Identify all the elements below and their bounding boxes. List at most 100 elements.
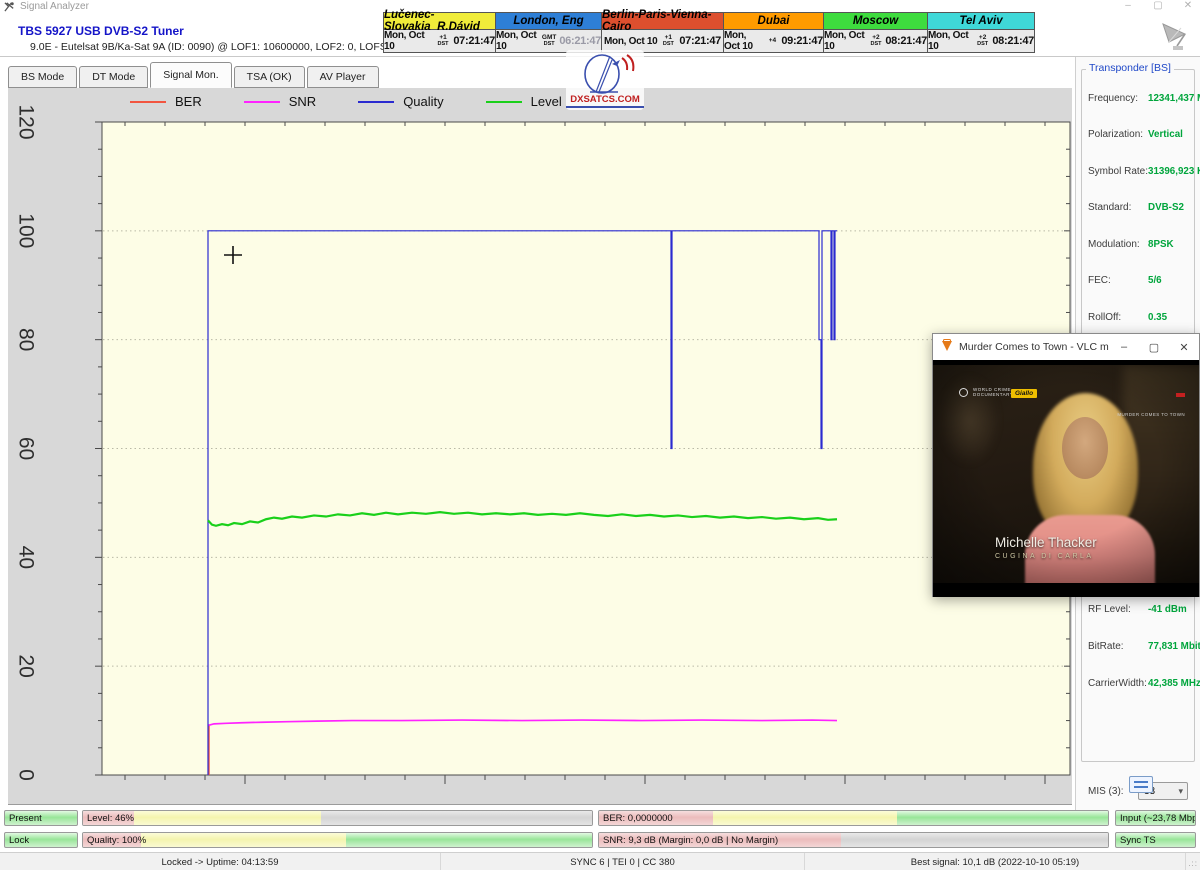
vlc-cone-icon — [942, 341, 952, 353]
status-best-signal: Best signal: 10,1 dB (2022-10-10 05:19) — [805, 853, 1186, 870]
video-scene: WORLD CRIMEDOCUMENTARY Giallo MURDER COM… — [933, 365, 1199, 583]
chart-plot-area[interactable]: 120100806040200 — [8, 88, 1072, 805]
tuner-title: TBS 5927 USB DVB-S2 Tuner — [18, 24, 184, 38]
stream-list-button[interactable] — [1129, 776, 1153, 793]
clock-time-value: 07:21:47 — [453, 35, 495, 47]
clock-zone: +2DST — [870, 35, 883, 47]
transponder-row: Frequency:12341,437 MHz — [1076, 93, 1200, 107]
transponder-label: RollOff: — [1088, 312, 1121, 323]
clock-time: Mon, Oct 10GMTDST06:21:47 — [496, 30, 602, 52]
quality-progressbar: Quality: 100% — [82, 832, 593, 848]
tuner-subtitle: 9.0E - Eutelsat 9B/Ka-Sat 9A (ID: 0090) … — [30, 41, 408, 53]
transponder-label: Polarization: — [1088, 129, 1143, 140]
dxsatcs-watermark: DXSATCS.COM — [566, 50, 644, 110]
transponder-value: -41 dBm — [1148, 604, 1187, 615]
giallo-badge: Giallo — [1011, 389, 1037, 398]
transponder-label: Symbol Rate: — [1088, 166, 1148, 177]
lock-indicator: Lock — [4, 832, 78, 848]
transponder-value: 77,831 Mbit/s — [1148, 641, 1200, 652]
transponder-row: CarrierWidth:42,385 MHz — [1076, 678, 1200, 692]
transponder-row: FEC:5/6 — [1076, 275, 1200, 289]
tab-signal-mon-[interactable]: Signal Mon. — [150, 62, 231, 88]
clock-time-value: 08:21:47 — [885, 35, 927, 47]
transponder-row: BitRate: 77,831 Mbit/s — [1076, 641, 1200, 655]
tab-dt-mode[interactable]: DT Mode — [79, 66, 148, 88]
clock-zone: +1DST — [436, 35, 451, 47]
transponder-value: 42,385 MHz — [1148, 678, 1200, 689]
transponder-row: Symbol Rate:31396,923 KS/s — [1076, 166, 1200, 180]
clock-date: Mon, Oct 10 — [824, 30, 867, 52]
chevron-down-icon: ▾ — [1178, 786, 1183, 797]
clock-time: Mon, Oct 10+2DST08:21:47 — [824, 30, 928, 52]
input-rate-indicator: Input (~23,78 Mbps) — [1115, 810, 1196, 826]
clock-date: Mon, Oct 10 — [724, 30, 764, 52]
status-sync-counters: SYNC 6 | TEI 0 | CC 380 — [441, 853, 805, 870]
vlc-minimize-icon[interactable]: – — [1109, 341, 1139, 353]
transponder-row: Polarization: Vertical — [1076, 129, 1200, 143]
clock-city: Moscow — [824, 13, 928, 30]
clock-dst-flag: DST — [438, 42, 449, 48]
vlc-maximize-icon[interactable]: ▢ — [1139, 341, 1169, 354]
transponder-groupbox-title: Transponder [BS] — [1086, 62, 1174, 74]
vlc-window-title: Murder Comes to Town - VLC media player — [959, 341, 1109, 353]
transponder-label: BitRate: — [1088, 641, 1124, 652]
transponder-label: Frequency: — [1088, 93, 1138, 104]
interview-caption: Michelle Thacker CUGINA DI CARLA — [995, 535, 1097, 560]
legend-line-swatch — [358, 101, 394, 103]
caption-name: Michelle Thacker — [995, 535, 1097, 550]
clock-time-value: 09:21:47 — [781, 35, 823, 47]
show-title-overlay: MURDER COMES TO TOWN — [1117, 385, 1185, 421]
vlc-video-area[interactable]: WORLD CRIMEDOCUMENTARY Giallo MURDER COM… — [933, 360, 1199, 597]
transponder-label: RF Level: — [1088, 604, 1131, 615]
resize-grip[interactable]: .:: — [1188, 859, 1198, 868]
transponder-row: Modulation:8PSK — [1076, 239, 1200, 253]
sync-ts-indicator: Sync TS — [1115, 832, 1196, 848]
y-axis-tick-label: 0 — [15, 769, 38, 781]
transponder-label: FEC: — [1088, 275, 1111, 286]
window-minimize-icon[interactable]: – — [1118, 0, 1138, 11]
clock-time: Mon, Oct 10+1DST07:21:47 — [602, 30, 724, 52]
present-indicator: Present — [4, 810, 78, 826]
transponder-label: Standard: — [1088, 202, 1131, 213]
transponder-row: RF Level: -41 dBm — [1076, 604, 1200, 618]
vlc-window[interactable]: Murder Comes to Town - VLC media player … — [932, 333, 1200, 597]
transponder-label: Modulation: — [1088, 239, 1140, 250]
window-close-icon[interactable]: ✕ — [1178, 0, 1198, 11]
legend-line-swatch — [130, 101, 166, 103]
transponder-row: Standard: DVB-S2 — [1076, 202, 1200, 216]
y-axis-tick-label: 40 — [15, 546, 38, 569]
stream-list-icon — [1134, 781, 1148, 783]
signal-monitor-chart: 120100806040200 BERSNRQualityLevel — [8, 88, 1072, 805]
window-maximize-icon[interactable]: ▢ — [1148, 0, 1168, 11]
clock-time-value: 07:21:47 — [679, 35, 721, 47]
world-clock-table: Lučenec-Slovakia_R.DávidLondon, EngBerli… — [383, 12, 1035, 53]
clock-time: Mon, Oct 10+409:21:47 — [724, 30, 824, 52]
snr-progressbar: SNR: 9,3 dB (Margin: 0,0 dB | No Margin) — [598, 832, 1109, 848]
clock-date: Mon, Oct 10 — [604, 36, 657, 47]
tab-tsa-ok-[interactable]: TSA (OK) — [234, 66, 305, 88]
y-axis-tick-label: 80 — [14, 328, 37, 351]
y-axis-tick-label: 60 — [15, 437, 38, 460]
clock-time-value: 08:21:47 — [992, 35, 1034, 47]
clock-time-value: 06:21:47 — [559, 35, 601, 47]
clock-city: Dubai — [724, 13, 824, 30]
legend-line-swatch — [486, 101, 522, 103]
legend-item-snr: SNR — [244, 94, 316, 109]
transponder-value: 31396,923 KS/s — [1148, 166, 1200, 177]
transponder-value: DVB-S2 — [1148, 202, 1184, 213]
vlc-titlebar[interactable]: Murder Comes to Town - VLC media player … — [933, 334, 1199, 360]
transponder-value: Vertical — [1148, 129, 1183, 140]
clock-zone: +1DST — [660, 35, 676, 47]
channel-logo-icon — [959, 388, 968, 397]
clock-city: Tel Aviv — [928, 13, 1034, 30]
clock-city: London, Eng — [496, 13, 602, 30]
tab-bs-mode[interactable]: BS Mode — [8, 66, 77, 88]
status-uptime: Locked -> Uptime: 04:13:59 — [0, 853, 441, 870]
tab-av-player[interactable]: AV Player — [307, 66, 379, 88]
legend-item-ber: BER — [130, 94, 202, 109]
clock-date: Mon, Oct 10 — [496, 30, 539, 52]
level-progressbar: Level: 46% — [82, 810, 593, 826]
vlc-close-icon[interactable]: ✕ — [1169, 341, 1199, 354]
transponder-label: CarrierWidth: — [1088, 678, 1147, 689]
y-axis-tick-label: 120 — [15, 104, 38, 139]
